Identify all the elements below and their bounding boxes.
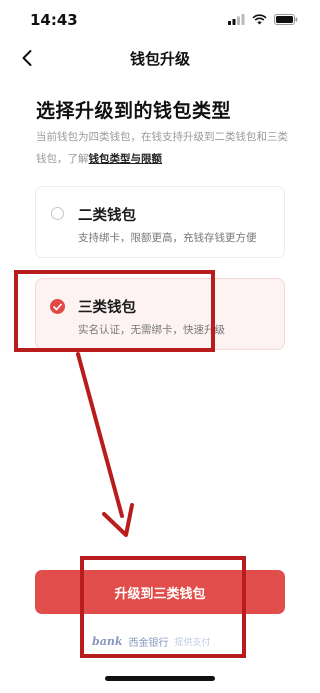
page-heading: 选择升级到的钱包类型: [36, 100, 232, 122]
option-title: 二类钱包: [78, 208, 136, 224]
home-indicator: [105, 676, 215, 681]
footer-brand: bank 西金银行 提供支付: [92, 633, 242, 649]
radio-button-unchecked[interactable]: [51, 207, 64, 220]
cellular-signal-icon: [228, 14, 245, 25]
option-subtitle: 支持绑卡，限额更高，充钱存钱更方便: [78, 232, 257, 244]
status-icons: [228, 14, 298, 25]
wifi-icon: [252, 14, 267, 25]
description-text: 当前钱包为四类钱包，在钱支持升级到二类钱包和三类钱包，了解: [36, 131, 288, 165]
bank-logo: bank: [92, 634, 123, 648]
checkmark-icon: [53, 303, 62, 310]
page-description: 当前钱包为四类钱包，在钱支持升级到二类钱包和三类钱包，了解钱包类型与限额: [36, 126, 296, 170]
option-card-class2[interactable]: 二类钱包 支持绑卡，限额更高，充钱存钱更方便: [35, 186, 285, 258]
nav-bar: 钱包升级: [0, 40, 320, 76]
nav-title: 钱包升级: [129, 50, 190, 68]
status-bar: 14:43: [0, 0, 320, 40]
battery-icon: [274, 14, 298, 25]
provider-tag: 提供支付: [174, 637, 211, 648]
option-subtitle: 实名认证，无需绑卡，快速升级: [78, 324, 225, 336]
status-time: 14:43: [30, 11, 78, 29]
option-title: 三类钱包: [78, 300, 136, 316]
radio-button-checked[interactable]: [50, 299, 65, 314]
upgrade-button[interactable]: 升级到三类钱包: [35, 570, 285, 614]
bank-name: 西金银行: [128, 637, 169, 649]
option-card-class3[interactable]: 三类钱包 实名认证，无需绑卡，快速升级: [35, 278, 285, 350]
wallet-limits-link[interactable]: 钱包类型与限额: [89, 153, 163, 165]
